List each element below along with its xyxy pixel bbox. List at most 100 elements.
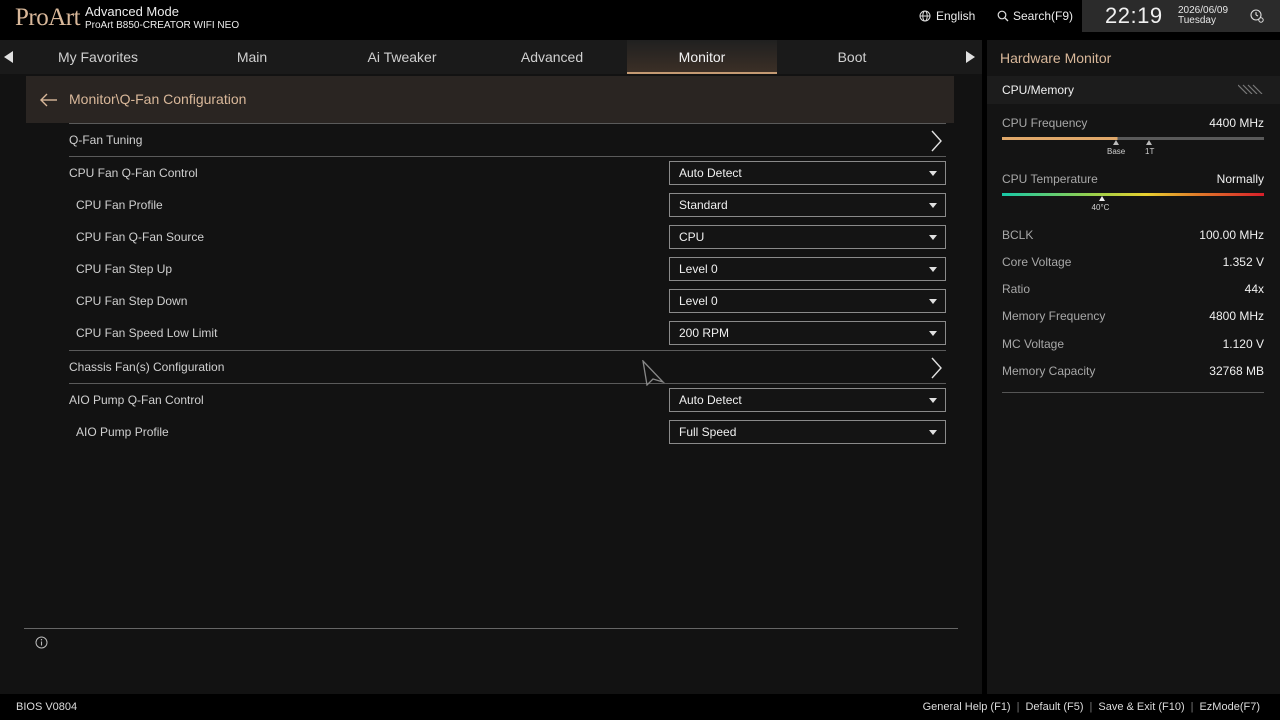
cpu-qfan-source-label: CPU Fan Q-Fan Source <box>76 230 205 244</box>
turbo-marker <box>1146 140 1152 145</box>
cpu-fan-profile-select[interactable]: Standard <box>669 193 946 217</box>
globe-icon <box>919 10 931 22</box>
cpu-speed-low-limit-row: CPU Fan Speed Low Limit 200 RPM <box>69 317 946 349</box>
cpu-qfan-control-row: CPU Fan Q-Fan Control Auto Detect <box>69 157 946 189</box>
aio-pump-profile-value: Full Speed <box>679 425 737 439</box>
aio-qfan-control-select[interactable]: Auto Detect <box>669 388 946 412</box>
cpu-step-down-label: CPU Fan Step Down <box>76 294 188 308</box>
search-label: Search(F9) <box>1013 9 1074 23</box>
chevron-right-icon <box>931 130 942 152</box>
cpu-speed-low-limit-value: 200 RPM <box>679 326 730 340</box>
cpu-fan-profile-label: CPU Fan Profile <box>76 198 163 212</box>
memory-frequency-value: 4800 MHz <box>1209 309 1264 323</box>
cpu-temperature-label: CPU Temperature <box>1002 172 1098 186</box>
memory-capacity-value: 32768 MB <box>1209 364 1264 378</box>
tab-advanced[interactable]: Advanced <box>477 40 627 74</box>
cpu-qfan-source-select[interactable]: CPU <box>669 225 946 249</box>
stripes-icon <box>1238 84 1263 94</box>
cpu-step-down-row: CPU Fan Step Down Level 0 <box>69 285 946 317</box>
footer-bar: BIOS V0804 General Help (F1) | Default (… <box>0 694 1280 720</box>
bclk-label: BCLK <box>1002 228 1034 242</box>
hardware-monitor-panel: Hardware Monitor CPU/Memory CPU Frequenc… <box>987 40 1280 694</box>
bclk-value: 100.00 MHz <box>1199 228 1264 242</box>
breadcrumb: Monitor\Q-Fan Configuration <box>26 76 954 123</box>
clock-settings-icon[interactable] <box>1250 9 1264 23</box>
mouse-cursor-icon <box>642 360 665 386</box>
back-arrow-icon[interactable] <box>40 93 58 107</box>
save-exit-button[interactable]: Save & Exit (F10) <box>1098 701 1184 713</box>
mc-voltage-label: MC Voltage <box>1002 337 1065 351</box>
cpu-qfan-control-value: Auto Detect <box>679 166 742 180</box>
bios-version: BIOS V0804 <box>16 701 78 713</box>
mode-title: Advanced Mode <box>85 4 179 19</box>
cpu-frequency-label: CPU Frequency <box>1002 116 1088 130</box>
qfan-tuning-item[interactable]: Q-Fan Tuning <box>69 123 946 157</box>
temperature-marker <box>1098 196 1105 201</box>
tab-my-favorites[interactable]: My Favorites <box>23 40 173 74</box>
chevron-right-icon <box>931 357 942 379</box>
proart-logo: ProArt <box>15 4 81 31</box>
chassis-fan-config-item[interactable]: Chassis Fan(s) Configuration <box>69 350 946 384</box>
breadcrumb-path: Monitor\Q-Fan Configuration <box>69 91 247 107</box>
aio-pump-profile-row: AIO Pump Profile Full Speed <box>69 416 946 448</box>
cpu-fan-profile-value: Standard <box>679 198 728 212</box>
mode-info: Advanced Mode ProArt B850-CREATOR WIFI N… <box>85 4 239 32</box>
ezmode-button[interactable]: EzMode(F7) <box>1199 701 1260 713</box>
core-voltage-label: Core Voltage <box>1002 255 1072 269</box>
cpu-speed-low-limit-select[interactable]: 200 RPM <box>669 321 946 345</box>
aio-qfan-control-label: AIO Pump Q-Fan Control <box>69 393 204 407</box>
memory-capacity-bar <box>1002 392 1264 393</box>
cpu-qfan-source-value: CPU <box>679 230 705 244</box>
clock-panel[interactable]: 22:19 2026/06/09 Tuesday <box>1082 0 1280 32</box>
help-divider <box>24 628 958 629</box>
cpu-step-up-label: CPU Fan Step Up <box>76 262 173 276</box>
cpu-step-down-select[interactable]: Level 0 <box>669 289 946 313</box>
chassis-fan-config-label: Chassis Fan(s) Configuration <box>69 360 225 374</box>
footer-separator: | <box>1016 701 1020 713</box>
cpu-qfan-control-select[interactable]: Auto Detect <box>669 161 946 185</box>
aio-qfan-control-value: Auto Detect <box>679 393 742 407</box>
tab-scroll-left-icon[interactable] <box>4 51 13 63</box>
caret-down-icon <box>929 171 937 176</box>
board-name: ProArt B850-CREATOR WIFI NEO <box>85 20 240 31</box>
cpu-qfan-control-label: CPU Fan Q-Fan Control <box>69 166 198 180</box>
default-button[interactable]: Default (F5) <box>1025 701 1083 713</box>
cpu-speed-low-limit-label: CPU Fan Speed Low Limit <box>76 326 218 340</box>
mc-voltage-value: 1.120 V <box>1222 337 1264 351</box>
general-help-button[interactable]: General Help (F1) <box>923 701 1011 713</box>
top-header: ProArt Advanced Mode ProArt B850-CREATOR… <box>0 0 1280 40</box>
tab-scroll-right-icon[interactable] <box>966 51 975 63</box>
cpu-step-up-select[interactable]: Level 0 <box>669 257 946 281</box>
caret-down-icon <box>929 398 937 403</box>
cpu-qfan-source-row: CPU Fan Q-Fan Source CPU <box>69 221 946 253</box>
qfan-tuning-label: Q-Fan Tuning <box>69 133 143 147</box>
memory-frequency-label: Memory Frequency <box>1002 309 1106 323</box>
info-icon <box>35 636 48 649</box>
footer-links: General Help (F1) | Default (F5) | Save … <box>923 701 1260 713</box>
cpu-memory-header[interactable]: CPU/Memory <box>987 76 1280 104</box>
base-label: Base <box>1107 147 1126 156</box>
aio-pump-profile-label: AIO Pump Profile <box>76 425 169 439</box>
cpu-temperature-bar <box>1002 193 1264 196</box>
cpu-temperature-value: Normally <box>1216 172 1264 186</box>
aio-pump-profile-select[interactable]: Full Speed <box>669 420 946 444</box>
caret-down-icon <box>929 430 937 435</box>
cpu-memory-label: CPU/Memory <box>1002 83 1075 97</box>
tab-main[interactable]: Main <box>177 40 327 74</box>
cpu-fan-profile-row: CPU Fan Profile Standard <box>69 189 946 221</box>
cpu-step-up-value: Level 0 <box>679 262 718 276</box>
search-icon <box>997 10 1009 22</box>
search-button[interactable]: Search(F9) <box>997 9 1073 23</box>
tab-monitor[interactable]: Monitor <box>627 40 777 74</box>
tab-boot[interactable]: Boot <box>777 40 927 74</box>
cpu-frequency-value: 4400 MHz <box>1209 116 1264 130</box>
aio-qfan-control-row: AIO Pump Q-Fan Control Auto Detect <box>69 384 946 416</box>
tab-ai-tweaker[interactable]: Ai Tweaker <box>327 40 477 74</box>
ratio-value: 44x <box>1244 282 1264 296</box>
memory-capacity-label: Memory Capacity <box>1002 364 1096 378</box>
weekday-text: Tuesday <box>1178 15 1216 26</box>
footer-separator: | <box>1089 701 1093 713</box>
language-selector[interactable]: English <box>919 9 975 23</box>
caret-down-icon <box>929 267 937 272</box>
language-label: English <box>936 9 976 23</box>
